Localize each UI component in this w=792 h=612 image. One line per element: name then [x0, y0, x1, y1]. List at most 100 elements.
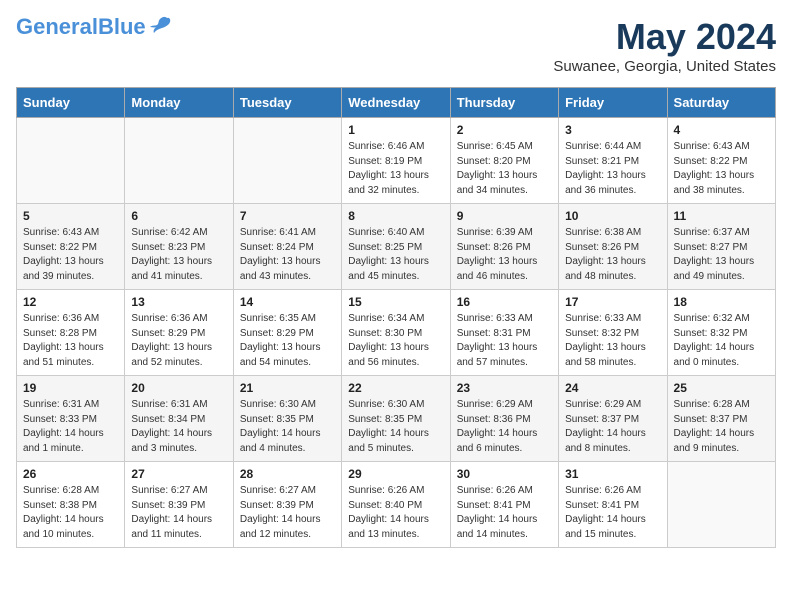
- logo-text: GeneralBlue: [16, 16, 146, 38]
- calendar-cell: [125, 118, 233, 204]
- header-cell-thursday: Thursday: [450, 88, 558, 118]
- day-number: 2: [457, 123, 552, 137]
- day-number: 29: [348, 467, 443, 481]
- header-cell-wednesday: Wednesday: [342, 88, 450, 118]
- calendar-cell: 1Sunrise: 6:46 AM Sunset: 8:19 PM Daylig…: [342, 118, 450, 204]
- day-number: 7: [240, 209, 335, 223]
- cell-info: Sunrise: 6:40 AM Sunset: 8:25 PM Dayligh…: [348, 226, 443, 284]
- calendar-cell: 4 Sunrise: 6:43 AM Sunset: 8:22 PM Daylig…: [667, 118, 775, 204]
- cell-info: Sunrise: 6:28 AM Sunset: 8:37 PM Dayligh…: [674, 398, 769, 456]
- logo-blue: Blue: [98, 14, 146, 39]
- calendar-cell: 14 Sunrise: 6:35 AM Sunset: 8:29 PM Dayli…: [233, 290, 341, 376]
- calendar-cell: 17Sunrise: 6:33 AM Sunset: 8:32 PM Dayli…: [559, 290, 667, 376]
- cell-info: Sunrise: 6:41 AM Sunset: 8:24 PM Dayligh…: [240, 226, 335, 284]
- day-number: 23: [457, 381, 552, 395]
- title-area: May 2024 Suwanee, Georgia, United States: [553, 16, 776, 75]
- calendar-cell: 27 Sunrise: 6:27 AM Sunset: 8:39 PM Dayli…: [125, 462, 233, 548]
- logo: GeneralBlue: [16, 16, 171, 38]
- calendar-cell: 23 Sunrise: 6:29 AM Sunset: 8:36 PM Dayli…: [450, 376, 558, 462]
- calendar-cell: 6 Sunrise: 6:42 AM Sunset: 8:23 PM Daylig…: [125, 204, 233, 290]
- day-number: 14: [240, 295, 335, 309]
- cell-info: Sunrise: 6:43 AM Sunset: 8:22 PM Dayligh…: [674, 140, 769, 198]
- day-number: 21: [240, 381, 335, 395]
- calendar-cell: 18Sunrise: 6:32 AM Sunset: 8:32 PM Dayli…: [667, 290, 775, 376]
- cell-info: Sunrise: 6:26 AM Sunset: 8:41 PM Dayligh…: [457, 484, 552, 542]
- cell-info: Sunrise: 6:27 AM Sunset: 8:39 PM Dayligh…: [240, 484, 335, 542]
- cell-info: Sunrise: 6:33 AM Sunset: 8:32 PM Dayligh…: [565, 312, 660, 370]
- cell-info: Sunrise: 6:31 AM Sunset: 8:33 PM Dayligh…: [23, 398, 118, 456]
- day-number: 4: [674, 123, 769, 137]
- calendar-cell: 3 Sunrise: 6:44 AM Sunset: 8:21 PM Daylig…: [559, 118, 667, 204]
- cell-info: Sunrise: 6:42 AM Sunset: 8:23 PM Dayligh…: [131, 226, 226, 284]
- day-number: 5: [23, 209, 118, 223]
- cell-info: Sunrise: 6:45 AM Sunset: 8:20 PM Dayligh…: [457, 140, 552, 198]
- day-number: 16: [457, 295, 552, 309]
- cell-info: Sunrise: 6:30 AM Sunset: 8:35 PM Dayligh…: [348, 398, 443, 456]
- cell-info: Sunrise: 6:36 AM Sunset: 8:28 PM Dayligh…: [23, 312, 118, 370]
- day-number: 6: [131, 209, 226, 223]
- calendar-cell: 25 Sunrise: 6:28 AM Sunset: 8:37 PM Dayli…: [667, 376, 775, 462]
- day-number: 20: [131, 381, 226, 395]
- calendar-cell: 7 Sunrise: 6:41 AM Sunset: 8:24 PM Daylig…: [233, 204, 341, 290]
- main-title: May 2024: [553, 16, 776, 58]
- cell-info: Sunrise: 6:39 AM Sunset: 8:26 PM Dayligh…: [457, 226, 552, 284]
- day-number: 3: [565, 123, 660, 137]
- bird-icon: [149, 16, 171, 34]
- header-cell-sunday: Sunday: [17, 88, 125, 118]
- cell-info: Sunrise: 6:29 AM Sunset: 8:36 PM Dayligh…: [457, 398, 552, 456]
- week-row-4: 19 Sunrise: 6:31 AM Sunset: 8:33 PM Dayli…: [17, 376, 776, 462]
- day-number: 8: [348, 209, 443, 223]
- calendar-cell: [17, 118, 125, 204]
- calendar-cell: [233, 118, 341, 204]
- day-number: 11: [674, 209, 769, 223]
- day-number: 22: [348, 381, 443, 395]
- subtitle: Suwanee, Georgia, United States: [553, 58, 776, 75]
- day-number: 19: [23, 381, 118, 395]
- day-number: 26: [23, 467, 118, 481]
- cell-info: Sunrise: 6:27 AM Sunset: 8:39 PM Dayligh…: [131, 484, 226, 542]
- calendar-cell: 20 Sunrise: 6:31 AM Sunset: 8:34 PM Dayli…: [125, 376, 233, 462]
- calendar-cell: 22 Sunrise: 6:30 AM Sunset: 8:35 PM Dayli…: [342, 376, 450, 462]
- cell-info: Sunrise: 6:34 AM Sunset: 8:30 PM Dayligh…: [348, 312, 443, 370]
- day-number: 9: [457, 209, 552, 223]
- calendar-body: 1Sunrise: 6:46 AM Sunset: 8:19 PM Daylig…: [17, 118, 776, 548]
- day-number: 31: [565, 467, 660, 481]
- calendar-header: SundayMondayTuesdayWednesdayThursdayFrid…: [17, 88, 776, 118]
- day-number: 25: [674, 381, 769, 395]
- calendar-cell: 15Sunrise: 6:34 AM Sunset: 8:30 PM Dayli…: [342, 290, 450, 376]
- cell-info: Sunrise: 6:33 AM Sunset: 8:31 PM Dayligh…: [457, 312, 552, 370]
- calendar-cell: 9 Sunrise: 6:39 AM Sunset: 8:26 PM Daylig…: [450, 204, 558, 290]
- day-number: 24: [565, 381, 660, 395]
- calendar-cell: 5 Sunrise: 6:43 AM Sunset: 8:22 PM Daylig…: [17, 204, 125, 290]
- week-row-2: 5 Sunrise: 6:43 AM Sunset: 8:22 PM Daylig…: [17, 204, 776, 290]
- header-cell-friday: Friday: [559, 88, 667, 118]
- calendar-cell: 26 Sunrise: 6:28 AM Sunset: 8:38 PM Dayli…: [17, 462, 125, 548]
- cell-info: Sunrise: 6:29 AM Sunset: 8:37 PM Dayligh…: [565, 398, 660, 456]
- cell-info: Sunrise: 6:35 AM Sunset: 8:29 PM Dayligh…: [240, 312, 335, 370]
- calendar-cell: 19 Sunrise: 6:31 AM Sunset: 8:33 PM Dayli…: [17, 376, 125, 462]
- day-number: 10: [565, 209, 660, 223]
- cell-info: Sunrise: 6:31 AM Sunset: 8:34 PM Dayligh…: [131, 398, 226, 456]
- header-row: SundayMondayTuesdayWednesdayThursdayFrid…: [17, 88, 776, 118]
- calendar-cell: 31Sunrise: 6:26 AM Sunset: 8:41 PM Dayli…: [559, 462, 667, 548]
- calendar-cell: 21 Sunrise: 6:30 AM Sunset: 8:35 PM Dayli…: [233, 376, 341, 462]
- cell-info: Sunrise: 6:37 AM Sunset: 8:27 PM Dayligh…: [674, 226, 769, 284]
- day-number: 18: [674, 295, 769, 309]
- calendar-cell: 12 Sunrise: 6:36 AM Sunset: 8:28 PM Dayli…: [17, 290, 125, 376]
- day-number: 1: [348, 123, 443, 137]
- cell-info: Sunrise: 6:30 AM Sunset: 8:35 PM Dayligh…: [240, 398, 335, 456]
- calendar-table: SundayMondayTuesdayWednesdayThursdayFrid…: [16, 87, 776, 548]
- week-row-1: 1Sunrise: 6:46 AM Sunset: 8:19 PM Daylig…: [17, 118, 776, 204]
- day-number: 12: [23, 295, 118, 309]
- calendar-cell: 16 Sunrise: 6:33 AM Sunset: 8:31 PM Dayli…: [450, 290, 558, 376]
- day-number: 27: [131, 467, 226, 481]
- cell-info: Sunrise: 6:43 AM Sunset: 8:22 PM Dayligh…: [23, 226, 118, 284]
- cell-info: Sunrise: 6:26 AM Sunset: 8:40 PM Dayligh…: [348, 484, 443, 542]
- day-number: 28: [240, 467, 335, 481]
- calendar-cell: 24 Sunrise: 6:29 AM Sunset: 8:37 PM Dayli…: [559, 376, 667, 462]
- cell-info: Sunrise: 6:44 AM Sunset: 8:21 PM Dayligh…: [565, 140, 660, 198]
- week-row-3: 12 Sunrise: 6:36 AM Sunset: 8:28 PM Dayli…: [17, 290, 776, 376]
- calendar-cell: 13Sunrise: 6:36 AM Sunset: 8:29 PM Dayli…: [125, 290, 233, 376]
- calendar-cell: 30Sunrise: 6:26 AM Sunset: 8:41 PM Dayli…: [450, 462, 558, 548]
- cell-info: Sunrise: 6:28 AM Sunset: 8:38 PM Dayligh…: [23, 484, 118, 542]
